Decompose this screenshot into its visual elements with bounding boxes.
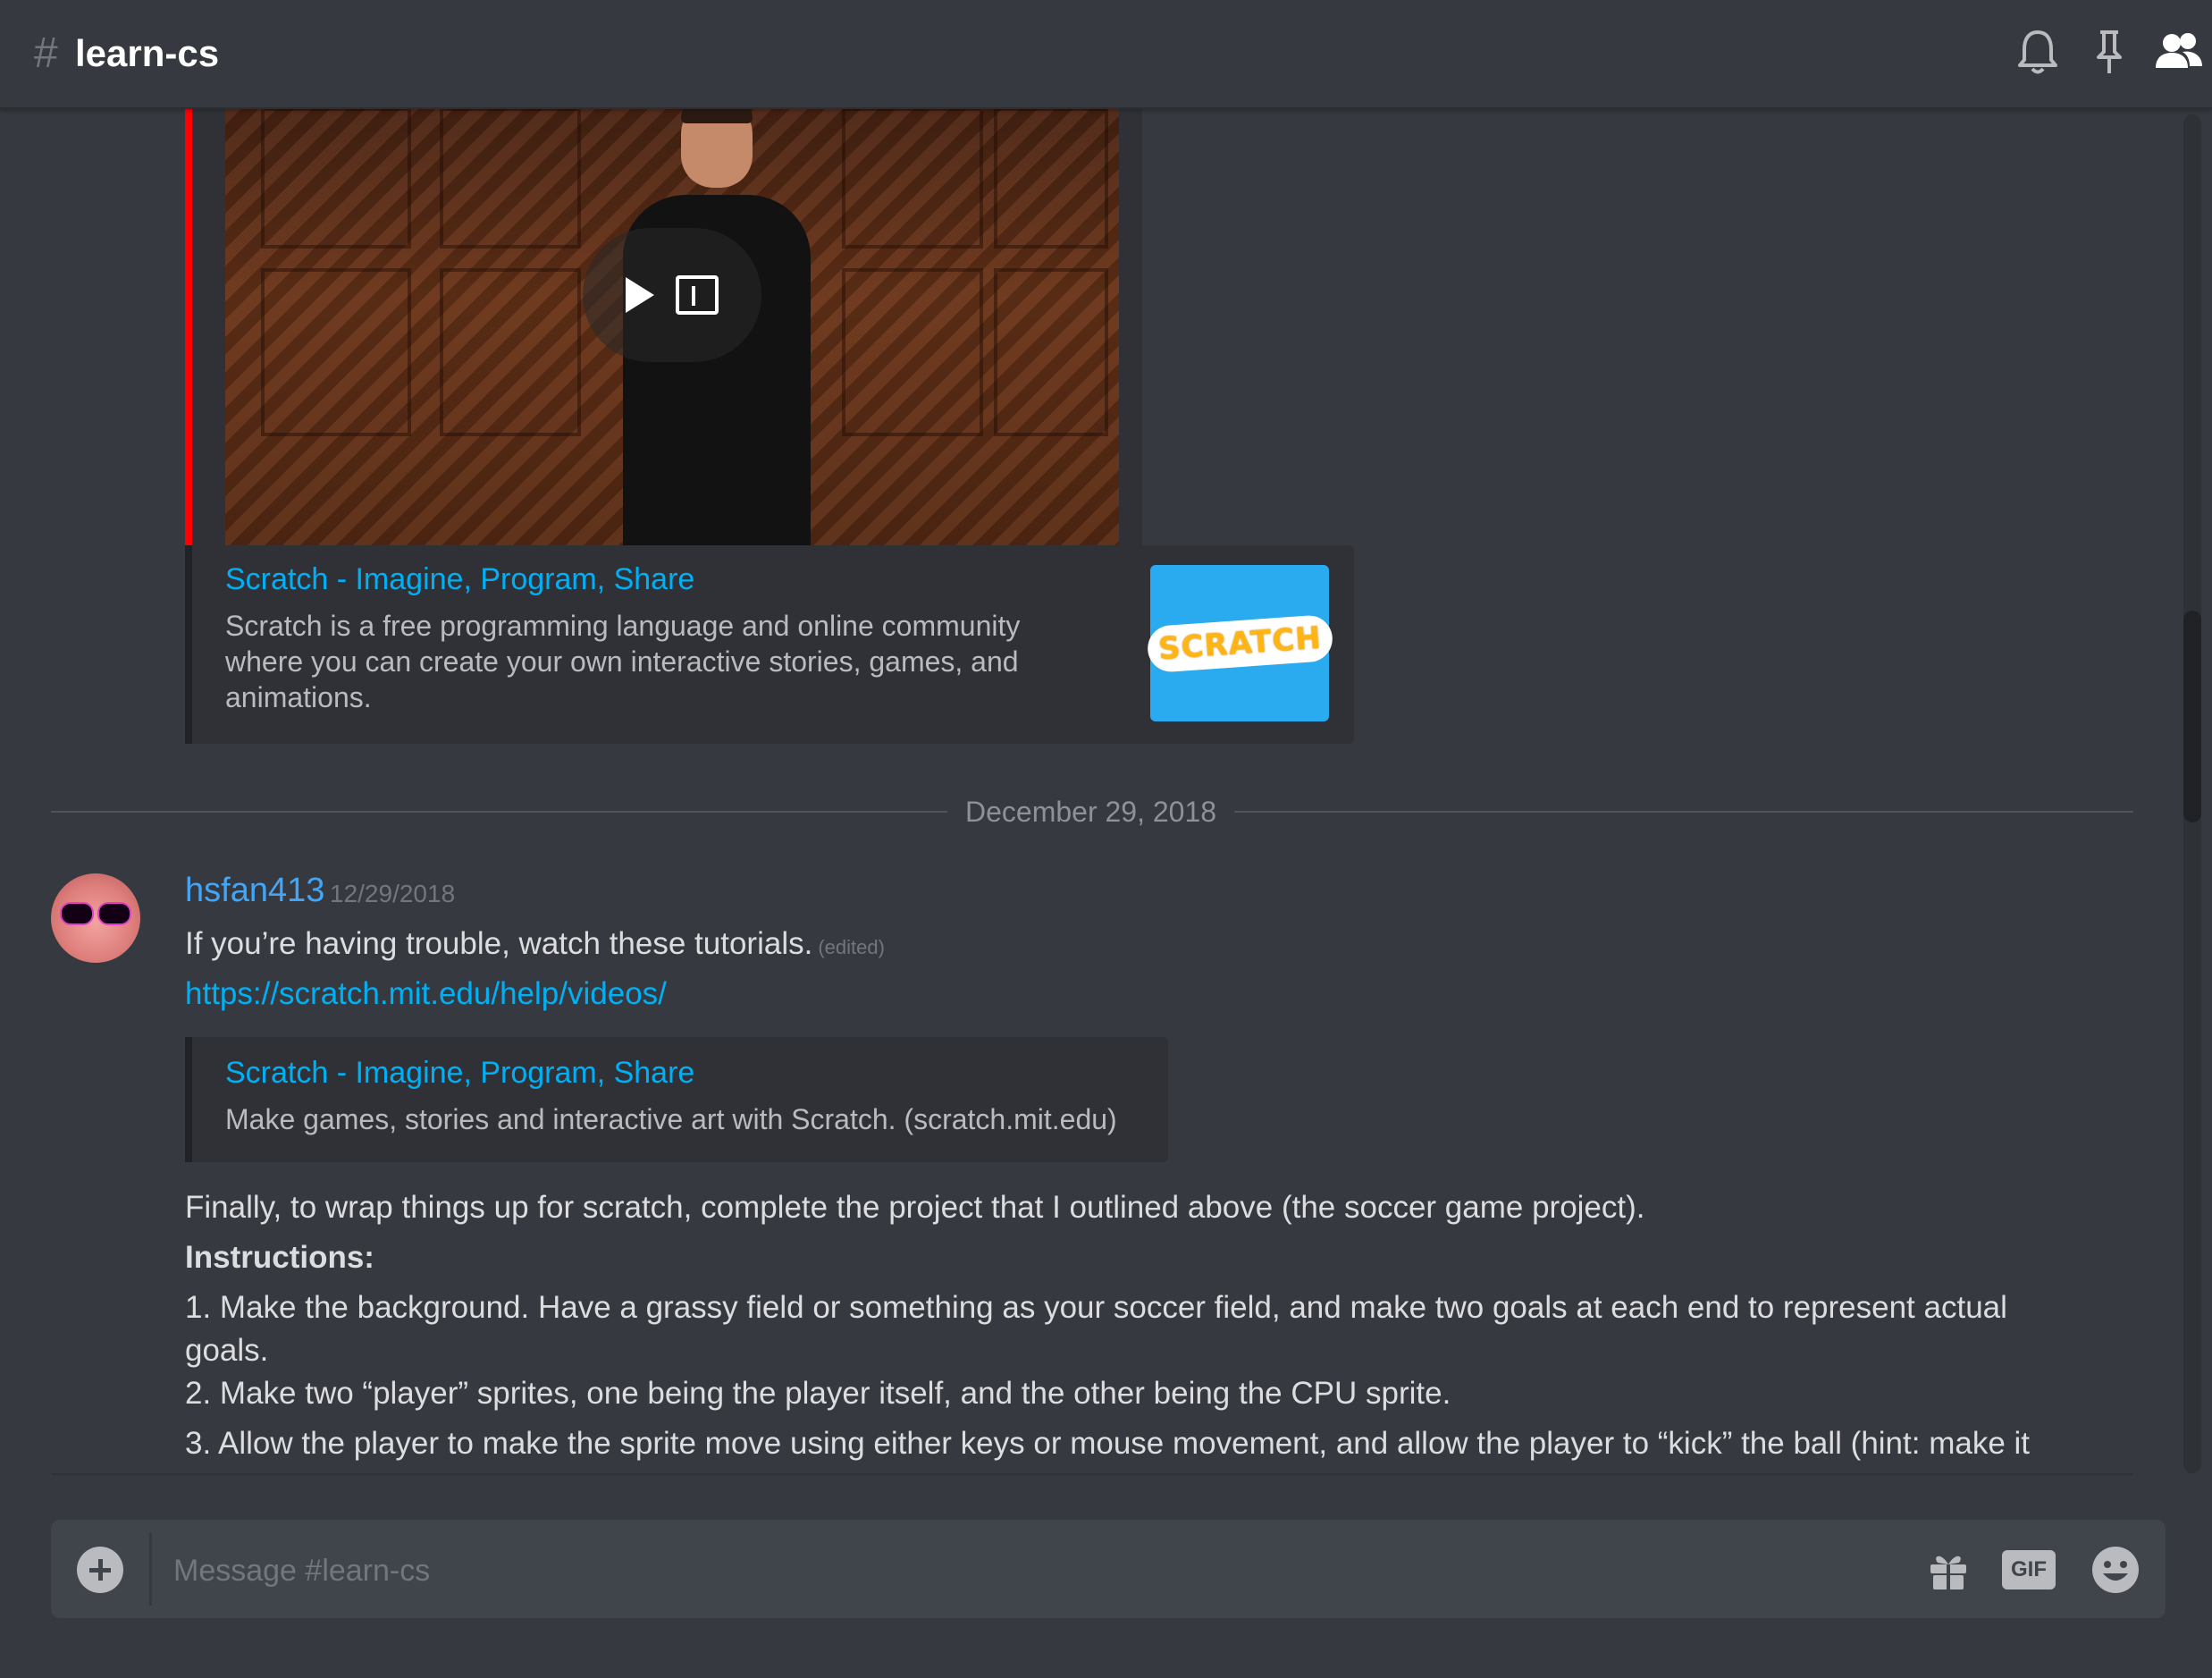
members-icon[interactable] xyxy=(2152,25,2206,79)
video-player[interactable] xyxy=(225,107,1119,613)
message-list[interactable]: Scratch - Imagine, Program, Share Scratc… xyxy=(0,107,2181,1475)
link-embed-2: Scratch - Imagine, Program, Share Make g… xyxy=(185,1037,1168,1162)
embed-description-line: where you can create your own interactiv… xyxy=(225,645,1019,678)
scrollbar-thumb[interactable] xyxy=(2183,611,2201,822)
channel-hash-icon: # xyxy=(34,30,58,77)
popout-icon[interactable] xyxy=(676,275,719,315)
composer-separator xyxy=(149,1532,152,1606)
emoji-icon[interactable] xyxy=(2090,1545,2141,1595)
video-controls xyxy=(583,228,761,362)
instruction-step: 1. Make the background. Have a grassy fi… xyxy=(185,1290,2007,1325)
instruction-step: goals. xyxy=(185,1333,269,1368)
message-composer: GIF xyxy=(51,1520,2166,1618)
message-link[interactable]: https://scratch.mit.edu/help/videos/ xyxy=(185,973,667,1016)
avatar[interactable] xyxy=(51,873,140,963)
pin-icon[interactable] xyxy=(2082,25,2136,79)
instruction-step: 3. Allow the player to make the sprite m… xyxy=(185,1426,2031,1461)
message-text-content: If you’re having trouble, watch these tu… xyxy=(185,926,813,961)
link-embed: Scratch - Imagine, Program, Share Scratc… xyxy=(185,545,1354,744)
embed-description: Make games, stories and interactive art … xyxy=(225,1103,1117,1135)
embed-thumbnail[interactable]: SCRATCH xyxy=(1145,565,1334,721)
message-author[interactable]: hsfan413 xyxy=(185,868,324,913)
message-timestamp: 12/29/2018 xyxy=(330,880,456,907)
sunglasses-graphic xyxy=(60,902,131,925)
embed-title[interactable]: Scratch - Imagine, Program, Share xyxy=(225,1053,694,1092)
message-text: If you’re having trouble, watch these tu… xyxy=(185,923,885,969)
bell-icon[interactable] xyxy=(2011,25,2065,79)
embed-description-line: animations. xyxy=(225,681,372,713)
channel-name: learn-cs xyxy=(75,32,220,74)
message-input[interactable] xyxy=(172,1545,1918,1597)
edited-label: (edited) xyxy=(818,936,885,958)
play-icon[interactable] xyxy=(626,277,654,313)
instructions-heading: Instructions: xyxy=(185,1240,374,1275)
gif-icon[interactable]: GIF xyxy=(2002,1550,2056,1589)
scratch-logo: SCRATCH xyxy=(1145,613,1334,673)
channel-header: # learn-cs xyxy=(0,0,2212,109)
add-icon[interactable] xyxy=(77,1547,123,1593)
embed-title[interactable]: Scratch - Imagine, Program, Share xyxy=(225,560,694,599)
composer-divider xyxy=(51,1473,2133,1475)
embed-description-line: Scratch is a free programming language a… xyxy=(225,610,1021,642)
message-followup: Finally, to wrap things up for scratch, … xyxy=(185,1190,1645,1225)
gift-icon[interactable] xyxy=(1925,1547,1972,1593)
date-divider-label: December 29, 2018 xyxy=(947,792,1235,831)
instruction-step: 2. Make two “player” sprites, one being … xyxy=(185,1376,1451,1411)
